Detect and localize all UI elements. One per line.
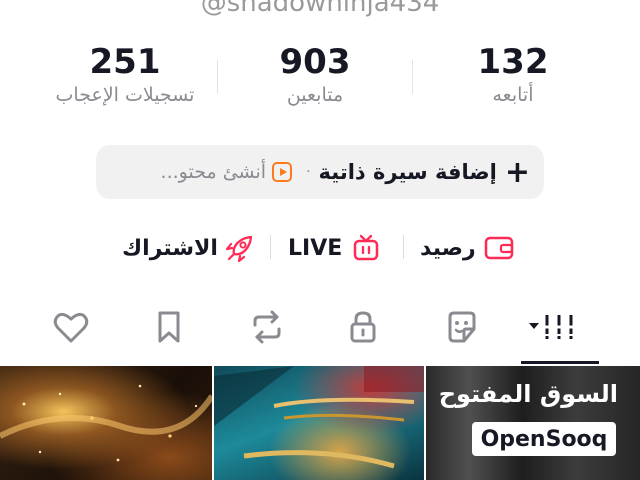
create-content-label[interactable]: أنشئ محتو...	[161, 161, 267, 183]
bio-separator: ·	[306, 164, 311, 180]
tab-videos[interactable]	[525, 305, 585, 349]
tab-reposts[interactable]	[245, 305, 289, 349]
followers-stat[interactable]: 903 متابعين	[215, 42, 415, 106]
followers-label: متابعين	[286, 84, 344, 106]
likes-count: 251	[89, 42, 161, 82]
wallet-icon	[484, 236, 513, 260]
profile-handle: @shadowninja434	[200, 0, 440, 18]
balance-link[interactable]: رصيد	[420, 228, 514, 268]
video-thumbnail[interactable]	[214, 366, 424, 480]
tab-stickers[interactable]	[440, 305, 484, 349]
live-tv-icon	[354, 234, 379, 261]
painting-texture	[214, 366, 424, 469]
quick-divider	[403, 235, 404, 259]
bookmark-icon	[158, 311, 180, 343]
live-label: LIVE	[288, 235, 343, 261]
video-thumbnail[interactable]: السوق المفتوح OpenSooq	[426, 366, 640, 480]
likes-label: تسجيلات الإعجاب	[55, 84, 195, 106]
sticker-icon	[448, 311, 476, 343]
followers-count: 903	[279, 42, 351, 82]
repost-icon	[253, 310, 281, 344]
subscription-link[interactable]: الاشتراك	[122, 228, 256, 268]
profile-tabs	[0, 305, 640, 355]
create-content-icon	[272, 162, 293, 182]
rocket-icon	[225, 235, 253, 263]
following-count: 132	[477, 42, 549, 82]
heart-icon	[53, 312, 89, 343]
add-bio-label: إضافة سيرة ذاتية	[318, 160, 497, 184]
tab-liked[interactable]	[49, 305, 93, 349]
tab-favorites[interactable]	[147, 305, 191, 349]
likes-stat[interactable]: 251 تسجيلات الإعجاب	[25, 42, 225, 106]
balance-label: رصيد	[420, 235, 476, 261]
watermark-arabic: السوق المفتوح	[438, 380, 618, 408]
video-thumbnail[interactable]	[0, 366, 212, 480]
add-bio-button[interactable]: + إضافة سيرة ذاتية · أنشئ محتو...	[96, 145, 544, 199]
lock-icon	[350, 311, 376, 343]
quick-divider	[270, 235, 271, 259]
following-stat[interactable]: 132 أتابعه	[413, 42, 613, 106]
sparkle-texture	[0, 384, 212, 462]
live-link[interactable]: LIVE	[288, 228, 380, 268]
videos-grid-icon	[529, 315, 575, 339]
tab-private[interactable]	[341, 305, 385, 349]
subscription-label: الاشتراك	[122, 235, 218, 261]
active-tab-indicator	[521, 361, 599, 364]
video-grid: السوق المفتوح OpenSooq	[0, 366, 640, 480]
watermark-badge: OpenSooq	[472, 422, 616, 456]
following-label: أتابعه	[492, 84, 534, 106]
plus-icon: +	[504, 154, 530, 190]
